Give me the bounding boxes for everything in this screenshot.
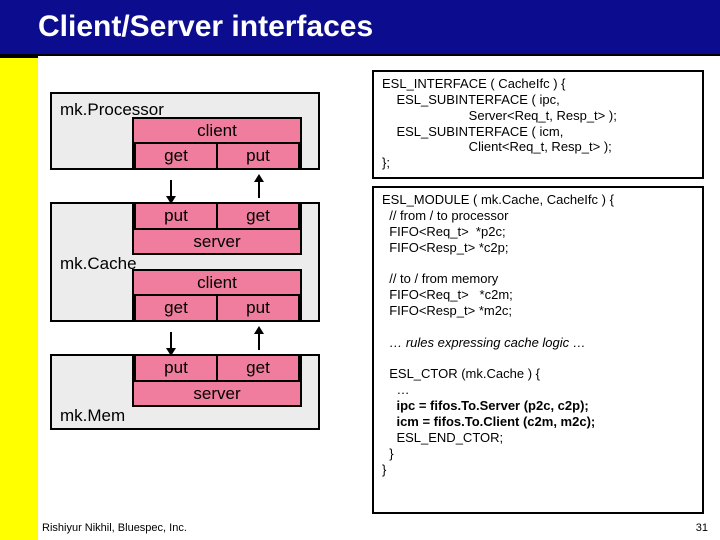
module-processor: mk.Processor client get put: [50, 92, 320, 170]
cache-client-cells: get put: [134, 294, 300, 322]
cache-server-cells: put get: [134, 202, 300, 230]
mem-server-cells: put get: [134, 354, 300, 382]
code-module-ctor: ESL_CTOR (mk.Cache ) { … ipc = fifos.To.…: [382, 366, 595, 476]
footer-author: Rishiyur Nikhil, Bluespec, Inc.: [42, 522, 187, 534]
arrows-cache-mem: [130, 334, 300, 348]
module-mem: put get server mk.Mem: [50, 354, 320, 430]
left-accent-strip: [0, 56, 38, 540]
code-module-tofrom: // to / from memory FIFO<Req_t> *c2m; FI…: [382, 271, 513, 318]
code-module-box: ESL_MODULE ( mk.Cache, CacheIfc ) { // f…: [372, 186, 704, 514]
page-number: 31: [696, 522, 708, 534]
cell-put: put: [216, 294, 300, 322]
cache-server-box: put get server: [132, 202, 302, 255]
code-module-rules: … rules expressing cache logic …: [382, 335, 586, 350]
cache-client-box: client get put: [132, 269, 302, 322]
code-interface-text: ESL_INTERFACE ( CacheIfc ) { ESL_SUBINTE…: [382, 76, 617, 170]
arrows-proc-cache: [130, 182, 300, 196]
cell-put: put: [134, 354, 216, 382]
role-server-label: server: [134, 230, 300, 253]
cell-get: get: [216, 202, 300, 230]
processor-client-cells: get put: [134, 142, 300, 170]
cell-get: get: [134, 294, 216, 322]
cell-get: get: [134, 142, 216, 170]
cell-get: get: [216, 354, 300, 382]
role-client-label: client: [134, 119, 300, 142]
diagram-column: mk.Processor client get put put get serv…: [50, 92, 330, 442]
role-client-label: client: [134, 271, 300, 294]
title-band: Client/Server interfaces: [0, 0, 720, 56]
cell-put: put: [216, 142, 300, 170]
cell-put: put: [134, 202, 216, 230]
module-cache: put get server mk.Cache client get put: [50, 202, 320, 322]
processor-client-box: client get put: [132, 117, 302, 170]
code-module-head: ESL_MODULE ( mk.Cache, CacheIfc ) { // f…: [382, 192, 614, 255]
code-interface-box: ESL_INTERFACE ( CacheIfc ) { ESL_SUBINTE…: [372, 70, 704, 179]
slide-title: Client/Server interfaces: [0, 0, 720, 44]
role-server-label: server: [134, 382, 300, 405]
mem-server-box: put get server: [132, 354, 302, 407]
